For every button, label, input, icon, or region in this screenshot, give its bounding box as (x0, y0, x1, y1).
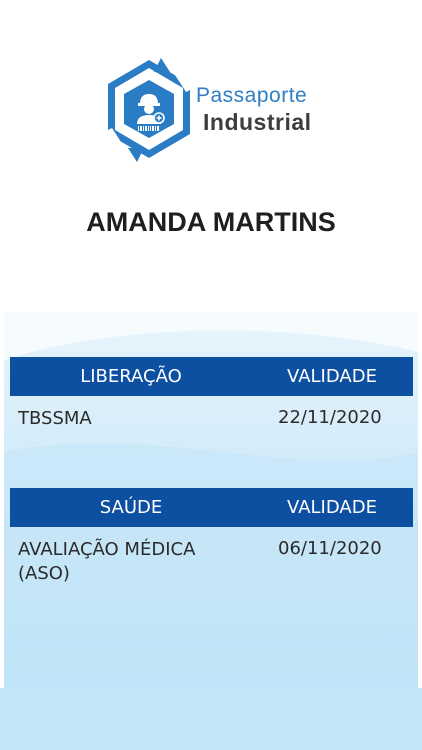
saude-validity-label: VALIDADE (287, 497, 377, 518)
item-date: 22/11/2020 (278, 407, 382, 428)
liberacao-header: LIBERAÇÃO VALIDADE (10, 357, 413, 396)
saude-section: SAÚDE VALIDADE AVALIAÇÃO MÉDICA (ASO) 06… (10, 488, 413, 587)
person-name: AMANDA MARTINS (86, 207, 336, 237)
item-date: 06/11/2020 (278, 538, 382, 559)
liberacao-validity-label: VALIDADE (287, 366, 377, 387)
list-item: TBSSMA 22/11/2020 (10, 396, 413, 456)
item-name: AVALIAÇÃO MÉDICA (ASO) (18, 539, 196, 584)
list-item: AVALIAÇÃO MÉDICA (ASO) 06/11/2020 (10, 527, 413, 587)
liberacao-title: LIBERAÇÃO (80, 366, 182, 387)
brand-title-line1: Passaporte (196, 84, 308, 107)
brand-title-line2: Industrial (203, 109, 312, 135)
credentials-panel: LIBERAÇÃO VALIDADE TBSSMA 22/11/2020 SAÚ… (0, 312, 422, 750)
saude-title: SAÚDE (99, 497, 163, 518)
liberacao-section: LIBERAÇÃO VALIDADE TBSSMA 22/11/2020 (10, 357, 413, 456)
saude-header: SAÚDE VALIDADE (10, 488, 413, 527)
app-logo: Passaporte Industrial (104, 58, 322, 162)
item-name: TBSSMA (18, 408, 92, 429)
passaporte-industrial-logo-icon (104, 58, 194, 162)
